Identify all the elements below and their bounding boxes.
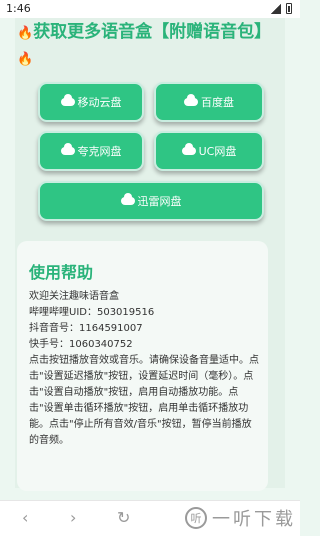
- battery-icon: [286, 3, 292, 14]
- mobile-cloud-label: 移动云盘: [77, 96, 122, 109]
- page-title: 🔥获取更多语音盒【附赠语音包】🔥: [17, 20, 281, 72]
- signal-icon: [271, 3, 281, 14]
- cloud-icon: [120, 193, 135, 205]
- help-card: 使用帮助 欢迎关注趣味语音盒 哔哩哔哩UID：503019516 抖音音号：11…: [17, 241, 268, 491]
- status-bar: 1:46: [0, 0, 300, 18]
- help-line: 快手号：1060340752: [29, 339, 133, 350]
- help-title: 使用帮助: [29, 263, 94, 282]
- cloud-icon: [60, 143, 75, 155]
- xunlei-pan-label: 迅雷网盘: [137, 195, 182, 208]
- quark-pan-label: 夸克网盘: [77, 145, 122, 158]
- page-title-text: 获取更多语音盒【附赠语音包】: [33, 22, 272, 42]
- status-icons: [271, 3, 292, 14]
- help-instructions: 点击按钮播放音效或音乐。请确保设备音量适中。点击"设置延迟播放"按钮，设置延迟时…: [29, 355, 259, 446]
- help-line: 抖音音号：1164591007: [29, 323, 143, 334]
- fire-icon: 🔥: [17, 52, 34, 67]
- help-line: 欢迎关注趣味语音盒: [29, 291, 119, 302]
- help-body: 欢迎关注趣味语音盒 哔哩哔哩UID：503019516 抖音音号：1164591…: [29, 289, 261, 449]
- cloud-icon: [184, 94, 198, 106]
- watermark-logo: 听: [185, 507, 207, 529]
- watermark-text: 一听下载: [212, 509, 296, 530]
- help-line: 哔哩哔哩UID：503019516: [29, 307, 155, 318]
- cloud-icon: [181, 143, 196, 155]
- watermark: 听 一听下载: [185, 505, 296, 531]
- baidu-pan-button[interactable]: 百度盘: [154, 82, 264, 122]
- browser-nav-bar: ‹ › ↻ 听 一听下载: [0, 500, 300, 536]
- forward-icon[interactable]: ›: [70, 509, 76, 527]
- mobile-cloud-button[interactable]: 移动云盘: [38, 82, 144, 122]
- uc-pan-button[interactable]: UC网盘: [154, 131, 264, 171]
- uc-pan-label: UC网盘: [198, 145, 237, 158]
- fire-icon: 🔥: [17, 26, 34, 41]
- cloud-icon: [60, 94, 75, 106]
- refresh-icon[interactable]: ↻: [117, 509, 130, 527]
- status-time: 1:46: [6, 2, 31, 15]
- quark-pan-button[interactable]: 夸克网盘: [38, 131, 144, 171]
- baidu-pan-label: 百度盘: [201, 96, 234, 109]
- back-icon[interactable]: ‹: [22, 509, 28, 527]
- xunlei-pan-button[interactable]: 迅雷网盘: [38, 181, 264, 221]
